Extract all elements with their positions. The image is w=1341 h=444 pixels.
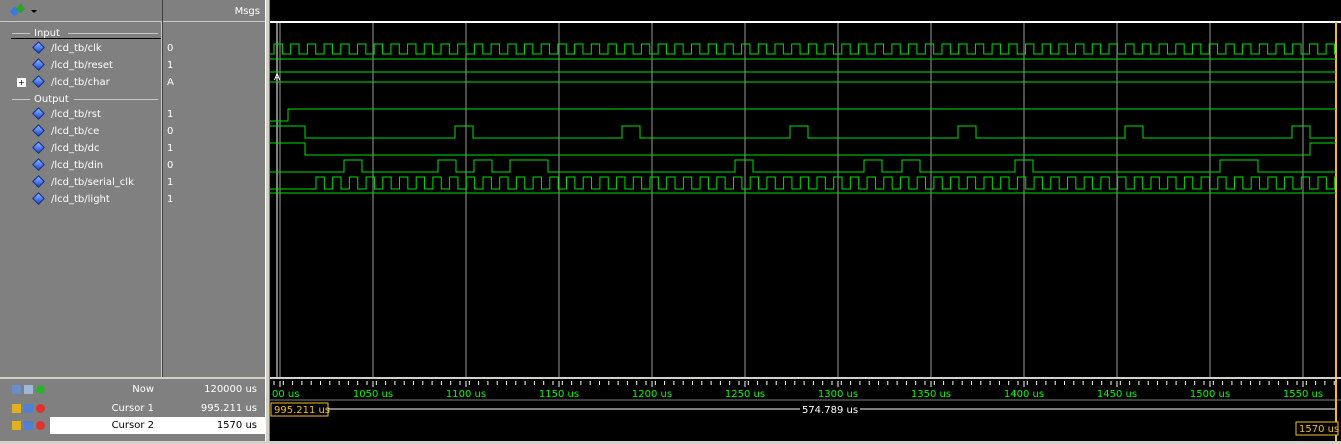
msgs-header: Msgs [163, 0, 266, 22]
ruler-tick-label: 1150 us [539, 389, 579, 400]
signal-row[interactable]: /lcd_tb/din [0, 157, 160, 174]
edit-icon[interactable] [24, 385, 33, 394]
cursor2-value: 1570 us [216, 420, 257, 431]
ruler-tick-label: 1500 us [1190, 389, 1230, 400]
wave-clk [270, 43, 1336, 55]
signal-row[interactable]: /lcd_tb/dc [0, 140, 160, 157]
signal-row[interactable]: + /lcd_tb/char [0, 74, 160, 91]
signal-name: /lcd_tb/dc [51, 143, 100, 154]
waveform-panel[interactable]: A [270, 0, 1341, 377]
ruler-tick-label: 1050 us [353, 389, 393, 400]
waveform-icon[interactable] [12, 385, 21, 394]
now-row: Now [0, 381, 162, 398]
signal-value: 1 [167, 109, 174, 120]
remove-cursor-icon[interactable] [36, 404, 45, 413]
ruler-tick-label: 1400 us [1004, 389, 1044, 400]
cursor2-icons [12, 420, 50, 431]
delta-label: 574.789 us [802, 405, 858, 416]
wave-din [270, 159, 1336, 173]
group-label: Input [34, 28, 60, 39]
signal-row[interactable]: /lcd_tb/clk [0, 40, 160, 57]
now-value: 120000 us [204, 384, 257, 395]
cursor1-value: 995.211 us [200, 403, 257, 414]
chevron-down-icon[interactable] [31, 10, 37, 13]
ruler-tick-label: 1550 us [1283, 389, 1323, 400]
signal-value: A [167, 77, 174, 88]
wave-char-label: A [274, 73, 281, 83]
signal-value: 1 [167, 194, 174, 205]
signal-name: /lcd_tb/light [51, 194, 110, 205]
wave-rst [270, 108, 1336, 122]
cursor1-row[interactable]: Cursor 1 [0, 400, 162, 417]
cursor1-icons [12, 403, 50, 414]
cursor2-row[interactable]: Cursor 2 [0, 417, 162, 434]
cursor-values-panel: 120000 us 995.211 us 1570 us [162, 377, 265, 441]
signal-row[interactable]: /lcd_tb/reset [0, 57, 160, 74]
ruler-tick-label: 1350 us [911, 389, 951, 400]
time-ruler[interactable]: 00 us 1050 us 1100 us 1150 us 1200 us 1250 us… [270, 377, 1341, 441]
wrench-icon[interactable] [24, 421, 33, 430]
cursor2-highlight: Cursor 2 [50, 417, 162, 434]
signal-name: /lcd_tb/clk [51, 43, 102, 54]
wave-toolbar-icon[interactable] [9, 3, 26, 17]
signal-row[interactable]: /lcd_tb/light [0, 191, 160, 208]
signal-value: 1 [167, 60, 174, 71]
signal-name: /lcd_tb/serial_clk [51, 177, 134, 188]
signal-value: 1 [167, 177, 174, 188]
cursor1-label: Cursor 1 [111, 403, 154, 414]
signal-names-panel: Input /lcd_tb/clk /lcd_tb/reset + /lcd_t… [0, 0, 162, 377]
wave-char-bus [270, 71, 1336, 83]
signal-row[interactable]: /lcd_tb/serial_clk [0, 174, 160, 191]
waveform-canvas: A [270, 21, 1341, 377]
signal-value: 0 [167, 126, 174, 137]
wave-serial-clk [270, 176, 1336, 190]
wave-dc [270, 142, 1336, 156]
signal-value: 1 [167, 143, 174, 154]
ruler-tick-label: 1300 us [818, 389, 858, 400]
lock-icon[interactable] [12, 421, 21, 430]
lock-icon[interactable] [12, 404, 21, 413]
cursor2-flag-label: 1570 us [1299, 424, 1339, 435]
signal-name: /lcd_tb/rst [51, 109, 101, 120]
signal-values-panel: Msgs 0 1 A 1 0 1 0 1 1 [162, 0, 266, 377]
cursor-names-panel: Now Cursor 1 Cursor 2 [0, 377, 162, 441]
time-ruler-canvas: 00 us 1050 us 1100 us 1150 us 1200 us 1250 us… [270, 379, 1341, 441]
signal-row[interactable]: /lcd_tb/rst [0, 106, 160, 123]
remove-cursor-icon[interactable] [36, 421, 45, 430]
cursor1-flag-label: 995.211 us [274, 405, 330, 416]
ruler-tick-label: 1200 us [632, 389, 672, 400]
ruler-tick-label: 1100 us [446, 389, 486, 400]
ruler-tick-label: 00 us [272, 389, 299, 400]
add-cursor-icon[interactable] [36, 385, 45, 394]
signal-name: /lcd_tb/reset [51, 60, 113, 71]
signal-name: /lcd_tb/din [51, 160, 104, 171]
cursor2-label: Cursor 2 [111, 420, 154, 431]
expand-plus-icon[interactable]: + [17, 78, 26, 87]
now-label: Now [132, 384, 154, 395]
ruler-tick-label: 1250 us [725, 389, 765, 400]
ruler-tick-label: 1450 us [1097, 389, 1137, 400]
wave-ce [270, 125, 1336, 139]
signal-row[interactable]: /lcd_tb/ce [0, 123, 160, 140]
signal-value: 0 [167, 160, 174, 171]
now-icons [12, 384, 50, 395]
group-label: Output [34, 94, 69, 105]
signal-value: 0 [167, 43, 174, 54]
wrench-icon[interactable] [24, 404, 33, 413]
signal-name: /lcd_tb/ce [51, 126, 100, 137]
names-header [0, 0, 162, 22]
